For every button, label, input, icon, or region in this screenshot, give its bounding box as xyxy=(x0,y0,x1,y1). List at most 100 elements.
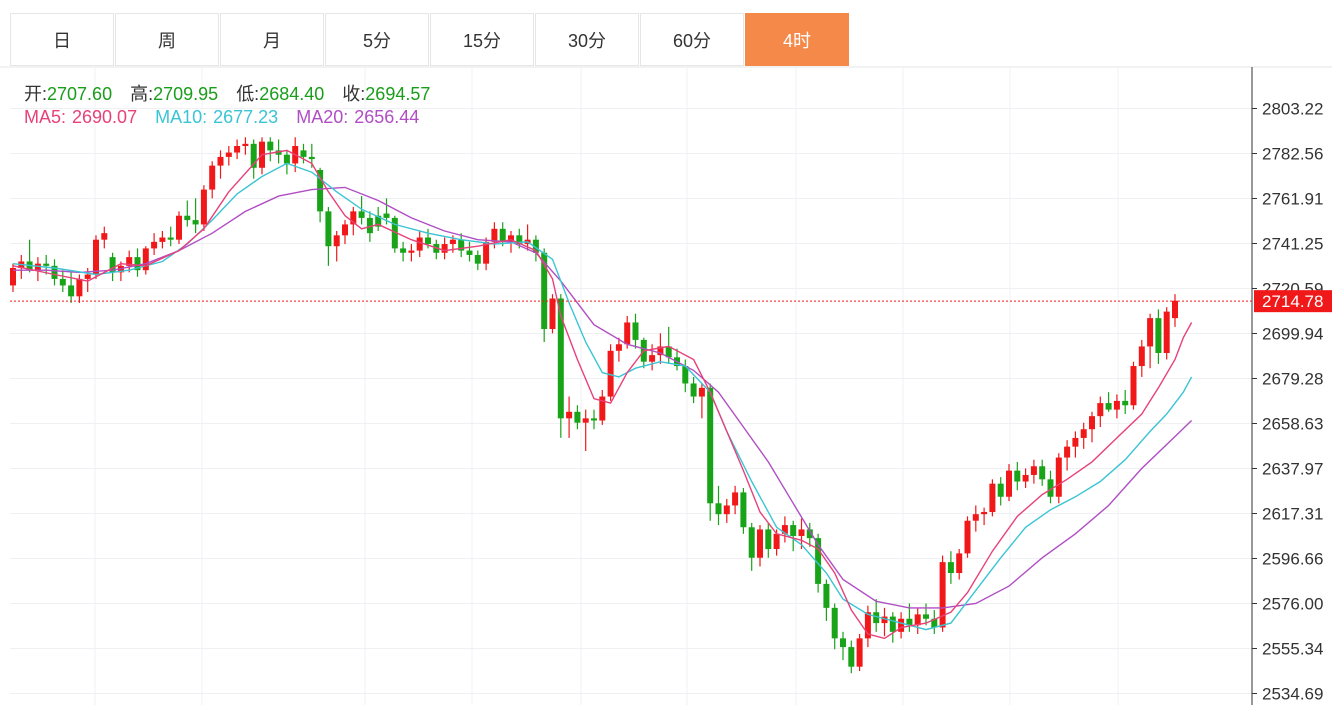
low-value: 2684.40 xyxy=(259,84,325,104)
candle-body-48 xyxy=(408,250,415,253)
y-tick-label-6: 2679.28 xyxy=(1262,370,1323,389)
candle-body-112 xyxy=(939,562,946,628)
candle-body-101 xyxy=(848,647,855,667)
candle-body-50 xyxy=(425,237,431,245)
candle-body-91 xyxy=(765,529,772,550)
current-price-label: 2714.78 xyxy=(1262,292,1323,311)
candle-body-114 xyxy=(956,553,963,574)
candle-body-127 xyxy=(1064,446,1071,458)
candle-body-18 xyxy=(159,237,166,242)
candle-body-31 xyxy=(267,141,274,151)
candle-body-6 xyxy=(59,278,66,286)
y-tick-label-8: 2637.97 xyxy=(1262,460,1323,479)
candle-body-58 xyxy=(491,228,498,242)
ma20-value: 2656.44 xyxy=(354,107,420,127)
candle-body-107 xyxy=(898,618,905,632)
candle-body-45 xyxy=(383,213,390,218)
candle-body-122 xyxy=(1022,474,1029,482)
candle-body-124 xyxy=(1039,466,1046,480)
candle-body-52 xyxy=(441,244,448,253)
candle-body-82 xyxy=(690,383,697,397)
candle-body-102 xyxy=(856,638,863,667)
candle-body-68 xyxy=(574,411,581,423)
candle-body-115 xyxy=(964,520,971,554)
candle-body-9 xyxy=(84,274,91,279)
ma10-label: MA10: xyxy=(155,107,208,127)
y-tick-label-10: 2596.66 xyxy=(1262,549,1323,568)
ma5-label: MA5: xyxy=(24,107,67,127)
candle-body-21 xyxy=(184,215,191,221)
candle-body-106 xyxy=(889,616,896,632)
open-label: 开: xyxy=(24,84,48,104)
y-tick-label-12: 2555.34 xyxy=(1262,640,1323,659)
candle-body-20 xyxy=(176,215,182,240)
candle-body-73 xyxy=(615,344,622,351)
y-tick-label-7: 2658.63 xyxy=(1262,414,1323,433)
candle-body-36 xyxy=(308,156,315,160)
candle-body-27 xyxy=(234,146,241,153)
candle-body-37 xyxy=(317,169,324,212)
candle-body-24 xyxy=(209,165,216,190)
candle-body-23 xyxy=(200,189,207,225)
y-tick-label-9: 2617.31 xyxy=(1262,505,1323,524)
candle-body-113 xyxy=(947,562,954,574)
candle-body-67 xyxy=(566,411,573,419)
candle-body-133 xyxy=(1113,400,1120,410)
candle-body-74 xyxy=(624,322,631,345)
candle-body-22 xyxy=(192,220,199,225)
candle-body-8 xyxy=(76,278,83,297)
candle-body-83 xyxy=(698,387,705,397)
y-tick-label-1: 2782.56 xyxy=(1262,145,1323,164)
candle-body-139 xyxy=(1163,311,1170,353)
candle-body-65 xyxy=(549,298,556,330)
candle-body-19 xyxy=(167,237,174,240)
ohlc-info: 开:2707.60 高:2709.95 低:2684.40 收:2694.57 xyxy=(24,80,448,106)
candle-body-135 xyxy=(1130,366,1137,406)
ma5-text: MA5: 2690.07 xyxy=(24,107,137,127)
candle-body-10 xyxy=(93,239,99,275)
candle-body-42 xyxy=(358,211,365,218)
open-value: 2707.60 xyxy=(47,84,113,104)
low-label: 低: xyxy=(236,84,260,104)
candle-body-89 xyxy=(748,527,755,558)
candle-body-88 xyxy=(740,492,747,528)
candle-body-84 xyxy=(707,387,714,504)
candle-body-116 xyxy=(972,514,979,521)
candle-body-100 xyxy=(840,638,846,648)
candle-body-4 xyxy=(43,263,50,266)
candle-body-85 xyxy=(715,503,722,515)
ma10-text: MA10: 2677.23 xyxy=(155,107,278,127)
candle-body-28 xyxy=(242,143,249,147)
candle-body-17 xyxy=(151,241,158,249)
candle-body-77 xyxy=(649,355,656,362)
candle-body-128 xyxy=(1072,437,1079,447)
candle-body-120 xyxy=(1006,470,1012,497)
candle-body-92 xyxy=(773,533,780,550)
y-tick-label-0: 2803.22 xyxy=(1262,100,1323,119)
candle-body-136 xyxy=(1138,346,1145,367)
ma10-value: 2677.23 xyxy=(213,107,279,127)
candle-body-38 xyxy=(325,211,332,247)
candle-body-117 xyxy=(981,512,988,515)
y-tick-label-3: 2741.25 xyxy=(1262,235,1323,254)
candle-body-49 xyxy=(416,237,423,251)
candle-body-99 xyxy=(831,607,838,639)
candle-body-123 xyxy=(1030,466,1037,475)
ma-info: MA5: 2690.07 MA10: 2677.23 MA20: 2656.44 xyxy=(24,107,437,128)
candle-body-140 xyxy=(1172,300,1178,319)
candle-body-86 xyxy=(723,505,730,515)
candle-body-40 xyxy=(342,224,348,236)
candle-body-7 xyxy=(68,285,75,297)
ma20-label: MA20: xyxy=(296,107,349,127)
candle-body-47 xyxy=(400,248,407,253)
candle-body-132 xyxy=(1105,403,1112,410)
candle-body-118 xyxy=(989,483,996,513)
y-tick-label-13: 2534.69 xyxy=(1262,685,1323,704)
candle-body-87 xyxy=(732,492,739,506)
candle-body-70 xyxy=(591,418,597,421)
candle-body-26 xyxy=(225,152,232,157)
candle-body-119 xyxy=(997,483,1004,497)
candle-body-110 xyxy=(923,614,929,619)
candle-body-138 xyxy=(1155,318,1162,353)
high-value: 2709.95 xyxy=(153,84,219,104)
